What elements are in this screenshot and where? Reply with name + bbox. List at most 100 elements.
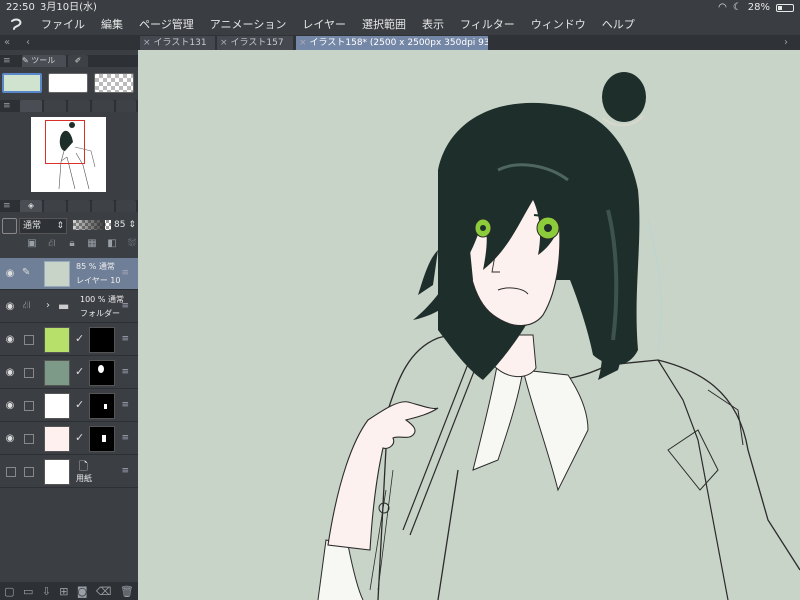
menu-icon[interactable]: ≡: [3, 55, 11, 67]
chevron-right-icon[interactable]: ›: [46, 300, 50, 311]
tab-label: イラスト158* (2500 x 2500px 350dpi 93.9%): [309, 38, 488, 48]
drawing-canvas[interactable]: [138, 50, 800, 600]
menu-filter[interactable]: フィルター: [453, 15, 524, 35]
menu-help[interactable]: ヘルプ: [595, 15, 644, 35]
layer-name: 用紙: [76, 474, 92, 483]
transparent-color-swatch[interactable]: [94, 73, 134, 93]
layer-property-tab[interactable]: [44, 200, 66, 212]
battery-level: [778, 5, 783, 10]
drag-handle-icon[interactable]: ≡: [121, 268, 129, 278]
main-color-swatch[interactable]: [2, 73, 42, 93]
drag-handle-icon[interactable]: ≡: [121, 466, 129, 476]
menu-layer[interactable]: レイヤー: [295, 15, 355, 35]
history-tab[interactable]: [92, 100, 114, 112]
pen-tab[interactable]: ✐: [68, 55, 88, 67]
layer-mask-thumbnail[interactable]: [89, 360, 115, 386]
eye-icon[interactable]: ◉: [3, 300, 17, 314]
lock-checkbox[interactable]: [24, 467, 34, 477]
menu-icon[interactable]: ≡: [3, 200, 11, 212]
trash-icon[interactable]: 🗑︎: [120, 585, 134, 598]
menu-view[interactable]: 表示: [415, 15, 453, 35]
layer-row-white[interactable]: ◉ ✓ ≡: [0, 390, 138, 422]
eye-icon[interactable]: ◉: [3, 432, 17, 446]
menu-edit[interactable]: 編集: [94, 15, 132, 35]
clip-studio-logo-icon[interactable]: [0, 15, 34, 35]
new-raster-layer-icon[interactable]: ▢: [4, 585, 14, 598]
drag-handle-icon[interactable]: ≡: [121, 433, 129, 443]
clip-icon[interactable]: ▣: [26, 238, 38, 250]
drag-handle-icon[interactable]: ≡: [121, 400, 129, 410]
mask-icon[interactable]: ◧: [106, 238, 118, 250]
chevron-right-icon[interactable]: ›: [784, 35, 788, 50]
brush-tab[interactable]: [116, 200, 136, 212]
menu-page[interactable]: ページ管理: [132, 15, 203, 35]
mask-create-icon[interactable]: ◙: [77, 585, 88, 598]
close-icon[interactable]: ×: [143, 38, 151, 48]
combine-icon[interactable]: ⊞: [59, 585, 68, 598]
lock-checkbox[interactable]: [24, 335, 34, 345]
eye-icon[interactable]: ◉: [3, 366, 17, 380]
layer-row-skin[interactable]: ◉ ✓ ≡: [0, 423, 138, 455]
layer-opacity-value[interactable]: 85 ⇕: [114, 218, 136, 232]
eye-icon[interactable]: ◉: [3, 333, 17, 347]
mask-link-icon: ✓: [75, 398, 85, 411]
collapse-panel-icon[interactable]: «: [4, 35, 10, 50]
lock-checkbox[interactable]: [24, 434, 34, 444]
tab-illust-157[interactable]: × イラスト157: [217, 36, 293, 50]
menu-bar: ファイル 編集 ページ管理 アニメーション レイヤー 選択範囲 表示 フィルター…: [0, 15, 800, 35]
layer-row-eye-color[interactable]: ◉ ✓ ≡: [0, 324, 138, 356]
blend-color-box[interactable]: [2, 218, 17, 234]
clear-icon[interactable]: ⌫: [96, 585, 112, 598]
layer-color-icon[interactable]: ⛆: [126, 238, 138, 250]
lock-checkbox[interactable]: [24, 401, 34, 411]
material-tab[interactable]: [92, 200, 114, 212]
chevron-updown-icon: ⇕: [56, 221, 64, 231]
menu-window[interactable]: ウィンドウ: [524, 15, 595, 35]
tab-tool[interactable]: ✎ ツール: [22, 55, 66, 67]
layer-thumbnail: [44, 459, 70, 485]
eye-icon[interactable]: ◉: [3, 399, 17, 413]
layer-tab[interactable]: ◈: [20, 200, 42, 212]
subview-tab[interactable]: [44, 100, 66, 112]
ref-layer-icon[interactable]: ⛜: [46, 238, 58, 250]
layer-row-hair[interactable]: ◉ ✓ ≡: [0, 357, 138, 389]
drag-handle-icon[interactable]: ≡: [121, 301, 129, 311]
lock-checkbox[interactable]: [24, 368, 34, 378]
brush-icon: ✎: [22, 56, 29, 65]
info-tab[interactable]: [68, 100, 90, 112]
menu-file[interactable]: ファイル: [34, 15, 94, 35]
drag-handle-icon[interactable]: ≡: [121, 334, 129, 344]
drag-handle-icon[interactable]: ≡: [121, 367, 129, 377]
layer-row-paper[interactable]: 🗋︎ 用紙 ≡: [0, 456, 138, 488]
layer-mask-thumbnail[interactable]: [89, 426, 115, 452]
close-icon[interactable]: ×: [220, 38, 228, 48]
navigator-preview[interactable]: [31, 117, 106, 192]
tab-label: イラスト157: [230, 38, 284, 48]
layer-opacity-slider[interactable]: [73, 220, 111, 230]
transfer-down-icon[interactable]: ⇩: [42, 585, 51, 598]
navigator-tab[interactable]: [20, 100, 42, 112]
layer-opacity-blend: 85 % 通常: [76, 262, 115, 271]
menu-selection[interactable]: 選択範囲: [355, 15, 415, 35]
eye-icon[interactable]: ◉: [3, 267, 17, 281]
layer-row-10[interactable]: ◉ ✎ 85 % 通常 レイヤー 10 ≡: [0, 258, 138, 290]
layer-name: レイヤー 10: [76, 276, 121, 285]
close-icon[interactable]: ×: [299, 38, 307, 48]
layer-mask-thumbnail[interactable]: [89, 327, 115, 353]
tab-illust-158[interactable]: ×イラスト158* (2500 x 2500px 350dpi 93.9%): [296, 36, 488, 50]
navigator-viewport-rect[interactable]: [45, 120, 85, 164]
layer-row-folder[interactable]: ◉ ⛜ › ▬ 100 % 通常 フォルダー ≡: [0, 291, 138, 323]
search-layer-tab[interactable]: [68, 200, 90, 212]
sub-color-swatch[interactable]: [48, 73, 88, 93]
menu-icon[interactable]: ≡: [3, 100, 11, 112]
tab-illust-131[interactable]: × イラスト131: [140, 36, 215, 50]
lock-icon[interactable]: 🔒︎: [66, 238, 78, 250]
chevron-left-icon[interactable]: ‹: [26, 35, 30, 50]
layer-mask-thumbnail[interactable]: [89, 393, 115, 419]
lock-transparent-icon[interactable]: ▦: [86, 238, 98, 250]
undo-tab[interactable]: [116, 100, 136, 112]
menu-animation[interactable]: アニメーション: [203, 15, 296, 35]
blend-mode-select[interactable]: 通常 ⇕: [19, 218, 67, 234]
new-folder-icon[interactable]: ▭: [23, 585, 33, 598]
visibility-checkbox[interactable]: [6, 467, 16, 477]
